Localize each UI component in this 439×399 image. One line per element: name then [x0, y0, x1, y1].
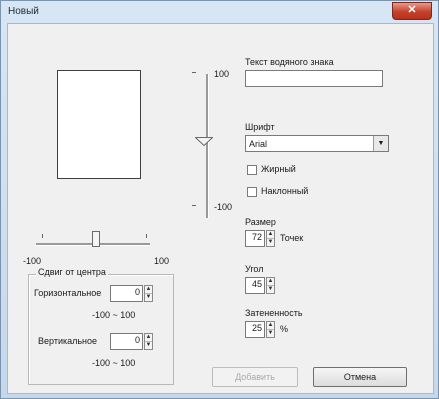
- angle-input[interactable]: 45: [245, 277, 265, 294]
- spin-up-icon[interactable]: ▲: [267, 278, 274, 286]
- horizontal-offset-input[interactable]: 0: [110, 285, 143, 302]
- window-title: Новый: [8, 6, 39, 17]
- shading-input[interactable]: 25: [245, 321, 265, 338]
- horizontal-offset-label: Горизонтальное: [34, 288, 102, 298]
- dialog-client-area: 100 -100 -100 100 Сдвиг от центра Горизо…: [7, 23, 434, 394]
- vertical-slider-track[interactable]: [206, 74, 209, 218]
- watermark-text-label: Текст водяного знака: [245, 57, 334, 67]
- angle-spinner[interactable]: ▲ ▼: [266, 277, 275, 294]
- size-unit: Точек: [280, 233, 304, 243]
- font-dropdown-value: Arial: [249, 139, 268, 149]
- font-label: Шрифт: [245, 122, 275, 132]
- shading-unit: %: [280, 324, 289, 334]
- size-input[interactable]: 72: [245, 230, 265, 247]
- vslider-tick-top: [192, 72, 196, 73]
- angle-value: 45: [251, 279, 262, 289]
- size-spinner[interactable]: ▲ ▼: [266, 230, 275, 247]
- size-label: Размер: [245, 217, 276, 227]
- horizontal-offset-range: -100 ~ 100: [92, 310, 136, 320]
- spin-up-icon[interactable]: ▲: [267, 231, 274, 239]
- horizontal-offset-value: 0: [134, 287, 140, 297]
- vertical-slider-thumb[interactable]: [195, 137, 213, 146]
- italic-checkbox[interactable]: [247, 187, 257, 197]
- hslider-tick-right: [146, 234, 147, 238]
- horizontal-slider-thumb[interactable]: [92, 231, 100, 247]
- cancel-button[interactable]: Отмена: [313, 367, 407, 387]
- dialog-window: Новый ✕ 100 -100 -100 100 Сдвиг от центр…: [0, 0, 439, 399]
- watermark-preview: [57, 70, 141, 179]
- font-dropdown[interactable]: Arial ▼: [245, 135, 389, 152]
- horizontal-offset-spinner[interactable]: ▲ ▼: [144, 285, 153, 302]
- spin-down-icon[interactable]: ▼: [145, 294, 152, 301]
- spin-up-icon[interactable]: ▲: [267, 322, 274, 330]
- title-bar[interactable]: Новый ✕: [1, 1, 438, 23]
- vertical-offset-label: Вертикальное: [38, 336, 98, 346]
- spin-up-icon[interactable]: ▲: [145, 334, 152, 342]
- spin-down-icon[interactable]: ▼: [267, 239, 274, 246]
- shading-value: 25: [251, 323, 262, 333]
- hslider-tick-left: [42, 234, 43, 238]
- spin-up-icon[interactable]: ▲: [145, 286, 152, 294]
- shading-label: Затененность: [245, 308, 303, 318]
- spin-down-icon[interactable]: ▼: [145, 342, 152, 349]
- vertical-offset-input[interactable]: 0: [110, 333, 143, 350]
- add-button[interactable]: Добавить: [212, 367, 298, 387]
- size-value: 72: [251, 232, 262, 242]
- bold-label: Жирный: [261, 164, 296, 174]
- bold-checkbox[interactable]: [247, 165, 257, 175]
- close-icon: ✕: [407, 4, 417, 16]
- vslider-tick-bottom: [192, 205, 196, 206]
- vertical-offset-spinner[interactable]: ▲ ▼: [144, 333, 153, 350]
- watermark-text-input[interactable]: [245, 70, 383, 87]
- vertical-offset-range: -100 ~ 100: [92, 358, 136, 368]
- shading-spinner[interactable]: ▲ ▼: [266, 321, 275, 338]
- close-button[interactable]: ✕: [392, 2, 432, 20]
- vslider-bottom-label: -100: [214, 202, 233, 212]
- chevron-down-icon[interactable]: ▼: [373, 136, 388, 151]
- offset-group-title: Сдвиг от центра: [36, 267, 108, 277]
- hslider-left-label: -100: [23, 256, 42, 266]
- angle-label: Угол: [245, 264, 264, 274]
- vslider-top-label: 100: [214, 69, 230, 79]
- vertical-offset-value: 0: [134, 335, 140, 345]
- hslider-right-label: 100: [154, 256, 170, 266]
- spin-down-icon[interactable]: ▼: [267, 286, 274, 293]
- spin-down-icon[interactable]: ▼: [267, 330, 274, 337]
- italic-label: Наклонный: [261, 186, 309, 196]
